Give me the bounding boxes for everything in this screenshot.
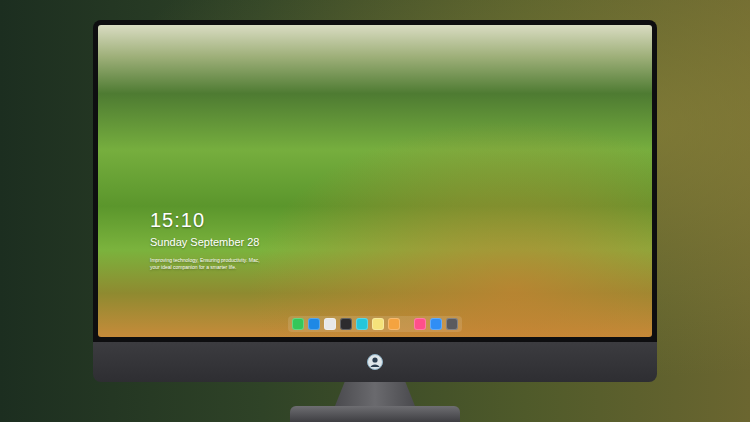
app-icon[interactable] xyxy=(414,318,426,330)
monitor-bezel: 15:10 Sunday September 28 Improving techno… xyxy=(93,20,657,342)
dock-group xyxy=(292,318,400,330)
app-icon[interactable] xyxy=(340,318,352,330)
lock-info: 15:10 Sunday September 28 Improving techno… xyxy=(150,209,652,270)
app-icon[interactable] xyxy=(446,318,458,330)
app-icon[interactable] xyxy=(372,318,384,330)
dock-group xyxy=(414,318,458,330)
app-icon[interactable] xyxy=(308,318,320,330)
app-icon[interactable] xyxy=(324,318,336,330)
clock: 15:10 xyxy=(150,209,652,232)
app-icon[interactable] xyxy=(356,318,368,330)
app-icon[interactable] xyxy=(388,318,400,330)
dock xyxy=(288,316,462,332)
date: Sunday September 28 xyxy=(150,235,652,249)
app-icon[interactable] xyxy=(430,318,442,330)
app-icon[interactable] xyxy=(292,318,304,330)
monitor-chin xyxy=(93,342,657,382)
desktop-background: 15:10 Sunday September 28 Improving techno… xyxy=(0,0,750,422)
monitor-neck xyxy=(335,382,415,406)
tagline: Improving technology, Ensuring productiv… xyxy=(150,257,260,270)
monitor-base xyxy=(290,406,460,422)
brand-logo-icon xyxy=(367,354,383,370)
lock-screen[interactable]: 15:10 Sunday September 28 Improving techno… xyxy=(98,25,652,337)
